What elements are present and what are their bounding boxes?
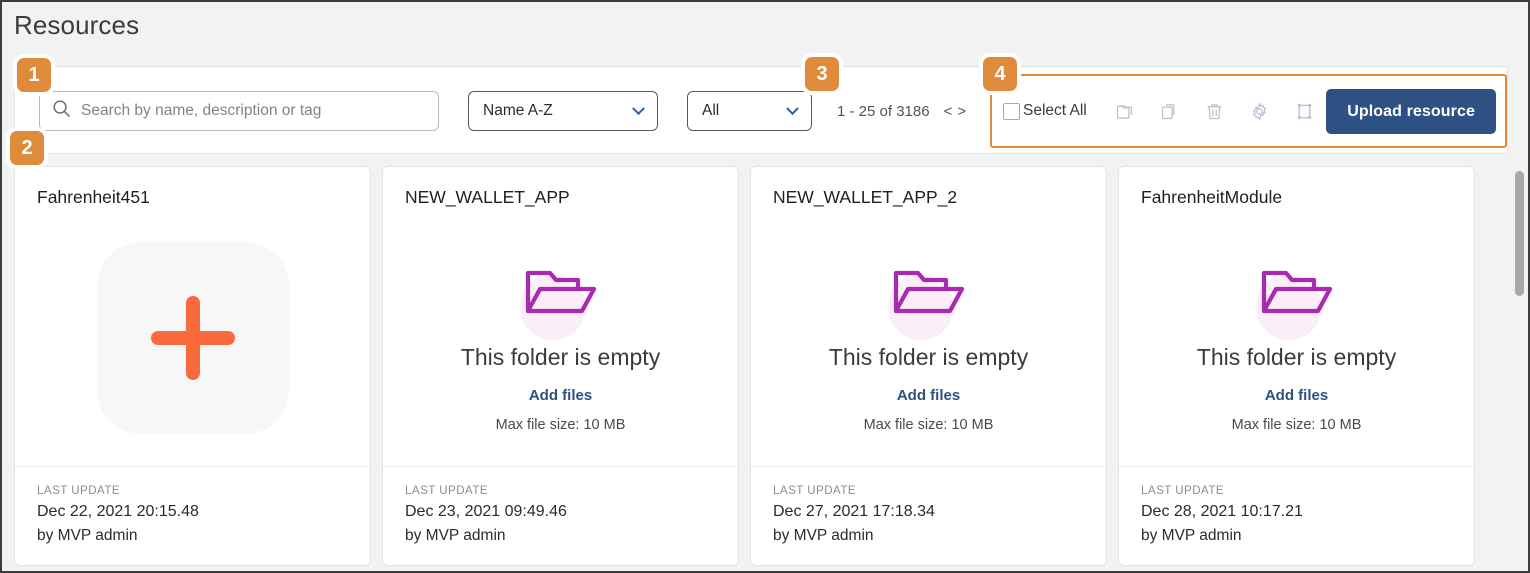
copy-icon[interactable] xyxy=(1158,99,1182,123)
plus-icon xyxy=(96,241,289,434)
meta-date: Dec 22, 2021 20:15.48 xyxy=(37,503,199,520)
resource-card-meta: LAST UPDATE Dec 23, 2021 09:49.46 by MVP… xyxy=(383,466,738,565)
select-all-checkbox[interactable] xyxy=(1003,102,1020,120)
transform-icon[interactable] xyxy=(1293,99,1317,123)
meta-label: LAST UPDATE xyxy=(1141,485,1225,497)
scrollbar-thumb[interactable] xyxy=(1515,171,1524,296)
resource-card-title: NEW_WALLET_APP_2 xyxy=(773,187,958,207)
annotation-badge-3: 3 xyxy=(805,57,839,91)
resource-card-title: NEW_WALLET_APP xyxy=(405,187,570,207)
vertical-scrollbar[interactable] xyxy=(1512,166,1526,571)
resource-card-meta: LAST UPDATE Dec 27, 2021 17:18.34 by MVP… xyxy=(751,466,1106,565)
search-box[interactable] xyxy=(39,91,439,131)
add-files-link[interactable]: Add files xyxy=(529,387,592,404)
resource-card-meta: LAST UPDATE Dec 28, 2021 10:17.21 by MVP… xyxy=(1119,466,1474,565)
open-folder-icon xyxy=(1242,250,1352,340)
resource-card-folder-body: This folder is empty Add files Max file … xyxy=(751,223,1106,466)
annotation-badge-2: 2 xyxy=(10,131,44,165)
sort-select-value: Name A-Z xyxy=(483,102,553,119)
pagination-prev-button[interactable]: < xyxy=(944,103,953,120)
resource-cards-grid: Fahrenheit451 LAST UPDATE Dec 22, 2021 2… xyxy=(14,166,1508,566)
empty-folder-text: This folder is empty xyxy=(460,344,661,370)
resource-card-title: FahrenheitModule xyxy=(1141,187,1283,207)
chevron-down-icon xyxy=(786,101,799,115)
meta-date: Dec 28, 2021 10:17.21 xyxy=(1141,503,1303,520)
open-folder-icon xyxy=(874,250,984,340)
empty-folder-text: This folder is empty xyxy=(828,344,1029,370)
filter-select-value: All xyxy=(702,102,720,119)
chevron-down-icon xyxy=(632,101,645,115)
resource-card-meta: LAST UPDATE Dec 22, 2021 20:15.48 by MVP… xyxy=(15,466,370,565)
resource-card-thumbnail[interactable] xyxy=(15,223,370,466)
resource-card-title: Fahrenheit451 xyxy=(37,187,150,207)
annotation-badge-4: 4 xyxy=(983,57,1017,91)
max-file-size-text: Max file size: 10 MB xyxy=(495,417,626,433)
annotation-badge-1: 1 xyxy=(17,58,51,92)
resource-card[interactable]: FahrenheitModule This folder is empty Ad… xyxy=(1118,166,1475,566)
add-files-link[interactable]: Add files xyxy=(1265,387,1328,404)
meta-date: Dec 27, 2021 17:18.34 xyxy=(773,503,935,520)
max-file-size-text: Max file size: 10 MB xyxy=(863,417,994,433)
pagination: 1 - 25 of 3186 < > xyxy=(837,103,966,120)
select-all-control[interactable]: Select All xyxy=(1003,102,1087,120)
meta-date: Dec 23, 2021 09:49.46 xyxy=(405,503,567,520)
gear-icon[interactable] xyxy=(1248,99,1272,123)
search-icon xyxy=(52,99,71,123)
max-file-size-text: Max file size: 10 MB xyxy=(1231,417,1362,433)
bulk-actions-group: Select All Upload resource xyxy=(990,74,1507,148)
meta-author: by MVP admin xyxy=(405,527,506,544)
meta-label: LAST UPDATE xyxy=(405,485,489,497)
resource-card[interactable]: NEW_WALLET_APP This folder is empty Add … xyxy=(382,166,739,566)
add-files-link[interactable]: Add files xyxy=(897,387,960,404)
move-to-folder-icon[interactable] xyxy=(1113,99,1137,123)
search-input[interactable] xyxy=(81,102,426,120)
upload-resource-button[interactable]: Upload resource xyxy=(1326,89,1496,134)
meta-author: by MVP admin xyxy=(773,527,874,544)
resources-page: Resources Name A-Z All 1 - 25 of 3186 xyxy=(0,0,1530,573)
pagination-range: 1 - 25 of 3186 xyxy=(837,103,930,120)
filter-select[interactable]: All xyxy=(687,91,812,131)
page-title: Resources xyxy=(14,10,140,40)
resource-card[interactable]: Fahrenheit451 LAST UPDATE Dec 22, 2021 2… xyxy=(14,166,371,566)
resource-card-folder-body: This folder is empty Add files Max file … xyxy=(1119,223,1474,466)
pagination-next-button[interactable]: > xyxy=(957,103,966,120)
bulk-action-icons xyxy=(1113,99,1317,123)
open-folder-icon xyxy=(506,250,616,340)
meta-author: by MVP admin xyxy=(37,527,138,544)
empty-folder-text: This folder is empty xyxy=(1196,344,1397,370)
select-all-label: Select All xyxy=(1023,102,1087,119)
sort-select[interactable]: Name A-Z xyxy=(468,91,658,131)
toolbar: Name A-Z All 1 - 25 of 3186 < > Select A… xyxy=(14,66,1508,154)
meta-author: by MVP admin xyxy=(1141,527,1242,544)
meta-label: LAST UPDATE xyxy=(37,485,121,497)
resource-card-folder-body: This folder is empty Add files Max file … xyxy=(383,223,738,466)
meta-label: LAST UPDATE xyxy=(773,485,857,497)
trash-icon[interactable] xyxy=(1203,99,1227,123)
resource-card[interactable]: NEW_WALLET_APP_2 This folder is empty Ad… xyxy=(750,166,1107,566)
